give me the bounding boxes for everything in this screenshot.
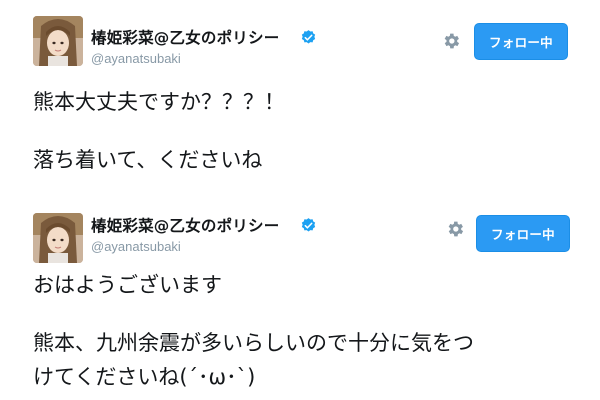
tweet-card: 椿姫彩菜@乙女のポリシー @ayanatsubaki フォロー中 熊本大丈夫です… xyxy=(0,0,600,205)
following-button[interactable]: フォロー中 xyxy=(476,215,570,252)
tweet-text-line: おはようございます xyxy=(33,273,222,297)
user-handle[interactable]: @ayanatsubaki xyxy=(91,239,181,254)
display-name[interactable]: 椿姫彩菜@乙女のポリシー xyxy=(91,214,279,236)
tweet-text-line: けてくださいね(´･ω･`) xyxy=(33,365,256,389)
tweet-text-line: 熊本大丈夫ですか？？？！ xyxy=(33,90,285,114)
avatar-image xyxy=(33,16,83,66)
tweet-text-line: 落ち着いて、くださいね xyxy=(33,148,263,172)
verified-badge-icon xyxy=(301,218,316,232)
avatar[interactable] xyxy=(33,213,83,263)
verified-badge-icon xyxy=(301,30,316,44)
gear-icon[interactable] xyxy=(445,219,465,239)
following-button[interactable]: フォロー中 xyxy=(474,23,568,60)
tweet-card: 椿姫彩菜@乙女のポリシー @ayanatsubaki フォロー中 おはようござい… xyxy=(0,205,600,400)
user-handle[interactable]: @ayanatsubaki xyxy=(91,51,181,66)
gear-icon[interactable] xyxy=(441,31,461,51)
avatar[interactable] xyxy=(33,16,83,66)
avatar-image xyxy=(33,213,83,263)
display-name[interactable]: 椿姫彩菜@乙女のポリシー xyxy=(91,26,279,48)
tweet-text-line: 熊本、九州余震が多いらしいので十分に気をつ xyxy=(33,331,474,355)
